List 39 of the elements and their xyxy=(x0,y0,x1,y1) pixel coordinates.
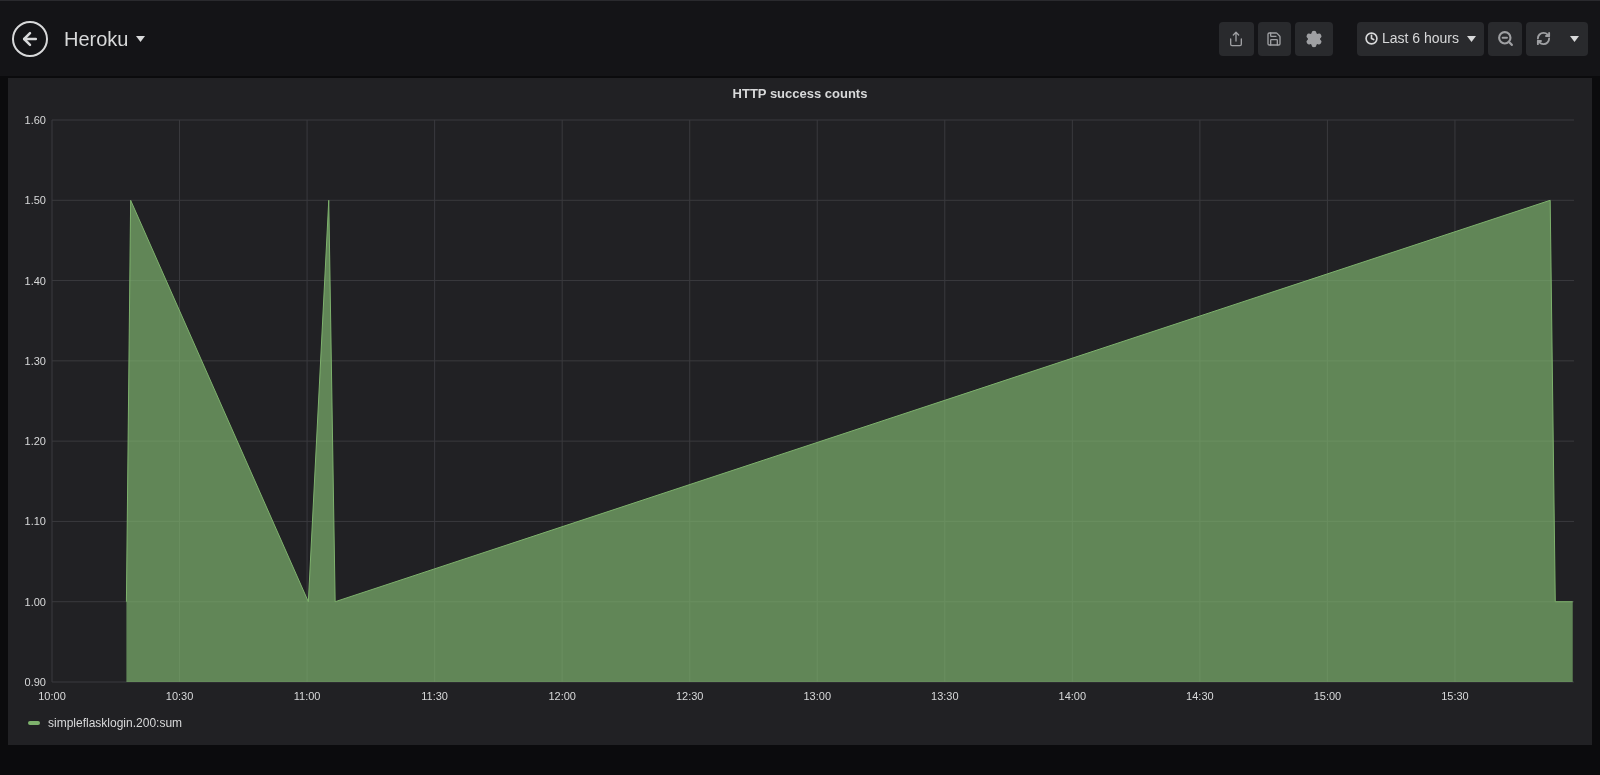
y-tick-label: 1.60 xyxy=(24,113,46,126)
x-tick-label: 11:00 xyxy=(293,689,321,702)
x-tick-label: 10:30 xyxy=(165,689,194,702)
y-tick-label: 1.00 xyxy=(24,595,46,608)
y-tick-label: 1.20 xyxy=(24,434,46,447)
panel-title: HTTP success counts xyxy=(732,85,868,103)
zoom-out-icon xyxy=(1496,30,1514,47)
refresh-button[interactable] xyxy=(1526,21,1588,56)
caret-icon xyxy=(1467,35,1476,42)
x-tick-label: 15:30 xyxy=(1441,689,1469,702)
zoom-out-button[interactable] xyxy=(1488,21,1522,56)
x-tick-label: 12:30 xyxy=(675,689,704,702)
y-tick-label: 1.40 xyxy=(24,274,46,287)
share-icon xyxy=(1228,30,1245,47)
y-tick-label: 1.50 xyxy=(24,193,46,206)
time-range-picker[interactable]: Last 6 hours xyxy=(1356,21,1484,56)
y-tick-label: 0.90 xyxy=(24,675,46,688)
x-tick-label: 14:00 xyxy=(1058,689,1087,702)
caret-icon xyxy=(136,35,146,42)
x-tick-label: 11:30 xyxy=(421,689,448,702)
save-icon xyxy=(1266,30,1283,47)
x-tick-label: 15:00 xyxy=(1313,689,1342,702)
x-tick-label: 10:00 xyxy=(38,689,66,702)
dashboard-title[interactable]: Heroku xyxy=(64,23,146,54)
clock-icon xyxy=(1364,32,1378,45)
save-button[interactable] xyxy=(1257,21,1291,56)
back-button[interactable] xyxy=(12,20,48,57)
x-tick-label: 14:30 xyxy=(1186,689,1214,702)
x-tick-label: 12:00 xyxy=(548,689,576,702)
y-tick-label: 1.10 xyxy=(24,514,46,527)
settings-icon xyxy=(1304,29,1323,48)
x-tick-label: 13:30 xyxy=(931,689,959,702)
legend-label[interactable]: simpleflasklogin.200:sum xyxy=(48,713,183,732)
refresh-icon xyxy=(1535,31,1551,46)
share-button[interactable] xyxy=(1218,21,1254,56)
caret-icon xyxy=(1569,35,1579,42)
x-tick-label: 13:00 xyxy=(803,689,831,702)
settings-button[interactable] xyxy=(1294,21,1333,56)
y-tick-label: 1.30 xyxy=(24,354,46,367)
